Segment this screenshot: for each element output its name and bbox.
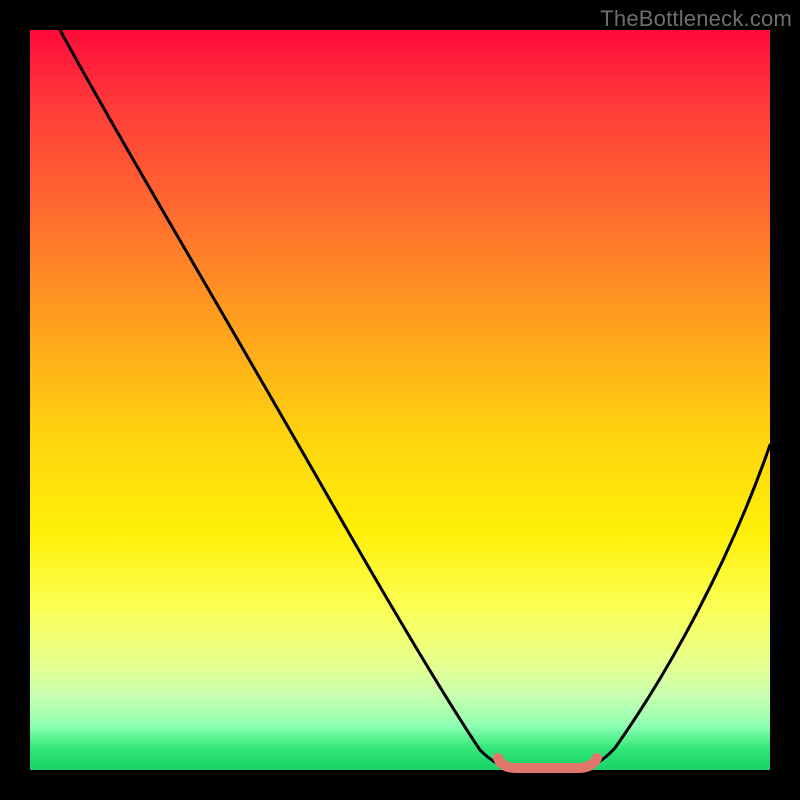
curve-path (60, 30, 770, 768)
plot-area (30, 30, 770, 770)
chart-frame: TheBottleneck.com (0, 0, 800, 800)
trough-marker (498, 758, 597, 768)
watermark-text: TheBottleneck.com (600, 6, 792, 32)
bottleneck-curve (30, 30, 770, 770)
